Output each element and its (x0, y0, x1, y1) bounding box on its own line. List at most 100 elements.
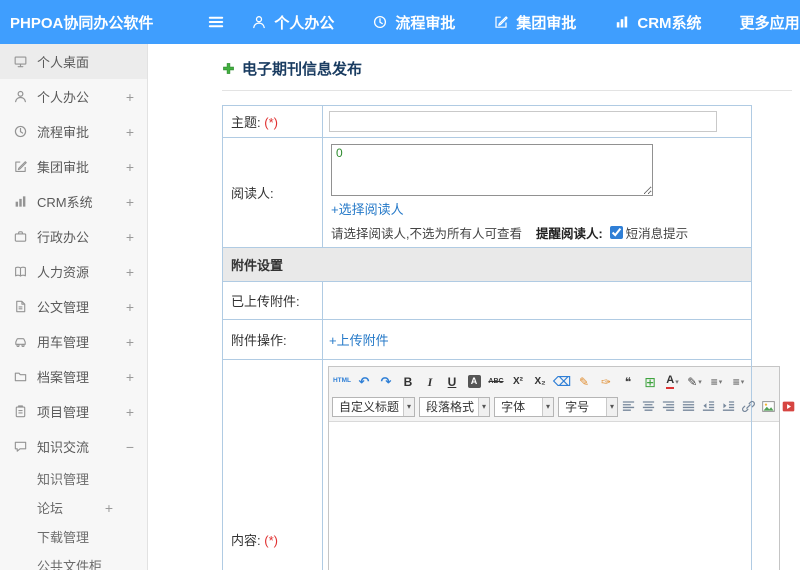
upload-attachment-link[interactable]: +上传附件 (329, 333, 389, 348)
undo-button[interactable]: ↶ (354, 371, 375, 392)
expand-toggle-icon[interactable]: + (126, 369, 134, 385)
remind-readers-label: 提醒阅读人: (535, 227, 603, 241)
paragraph-format-dropdown[interactable]: 段落格式 ▾ (419, 396, 491, 417)
strikethrough-button[interactable]: ABC (486, 371, 507, 392)
font-color-button[interactable]: A ▾ (662, 371, 683, 392)
expand-toggle-icon[interactable]: + (126, 229, 134, 245)
operation-label-cell: 附件操作: (222, 319, 323, 360)
sidebar-subitem-forum[interactable]: 论坛 + (0, 493, 147, 522)
image-button[interactable] (760, 396, 777, 417)
editor-toolbar-row1: HTML ↶ ↷ B I U A ABC X² X₂ ⌫ ✎ ✑ ❝ ⊞ A ▾… (332, 369, 776, 394)
sidebar-item-label: 个人办公 (37, 90, 90, 105)
readers-label-cell: 阅读人: (222, 137, 323, 248)
attachment-section-row: 附件设置 (222, 247, 752, 282)
eraser-button[interactable]: ⌫ (552, 371, 573, 392)
sidebar-subitem-knowledge-management[interactable]: 知识管理 (0, 464, 147, 493)
nav-group-approval[interactable]: 集团审批 (493, 12, 576, 33)
align-center-icon (641, 399, 656, 414)
sidebar-item-human-resources[interactable]: 人力资源 + (0, 254, 147, 289)
align-center-button[interactable] (640, 396, 657, 417)
sidebar-item-project-management[interactable]: 项目管理 + (0, 394, 147, 429)
sidebar-item-personal-office[interactable]: 个人办公 + (0, 79, 147, 114)
highlight-button[interactable]: A (464, 371, 485, 392)
expand-toggle-icon[interactable]: + (126, 194, 134, 210)
quote-button[interactable]: ❝ (618, 371, 639, 392)
align-right-button[interactable] (660, 396, 677, 417)
redo-icon: ↷ (380, 374, 392, 389)
readers-label: 阅读人: (231, 186, 274, 201)
sidebar-item-label: 公文管理 (37, 300, 90, 315)
media-button[interactable] (780, 396, 797, 417)
editor-content-area[interactable] (329, 422, 779, 570)
table-button[interactable]: ⊞ (640, 371, 661, 392)
sidebar-item-admin-office[interactable]: 行政办公 + (0, 219, 147, 254)
fill-color-button[interactable]: ✑ (596, 371, 617, 392)
readers-hint: 请选择阅读人,不选为所有人可查看 (331, 227, 522, 241)
nav-more-apps[interactable]: 更多应用 (740, 12, 800, 33)
subscript-button[interactable]: X₂ (530, 371, 551, 392)
italic-icon: I (427, 374, 433, 389)
font-size-dropdown[interactable]: 字号 ▾ (558, 396, 619, 417)
sidebar-item-document-management[interactable]: 公文管理 + (0, 289, 147, 324)
expand-toggle-icon[interactable]: + (126, 264, 134, 280)
main-content: 电子期刊信息发布 主题: (*) 阅读人: 0 +选择阅读人 请选择阅读人,不选… (148, 44, 800, 570)
nav-workflow-approval[interactable]: 流程审批 (372, 12, 455, 33)
editor-format-buttons (620, 396, 797, 417)
sidebar-item-label: 流程审批 (37, 125, 90, 140)
indent-button[interactable] (720, 396, 737, 417)
sidebar-item-personal-desktop[interactable]: 个人桌面 (0, 44, 147, 79)
ordered-list-button[interactable]: ≡ ▾ (706, 371, 727, 392)
sidebar-submenu: 知识管理 论坛 + 下载管理 公共文件柜 (0, 464, 147, 570)
underline-button[interactable]: U (442, 371, 463, 392)
nav-personal-office[interactable]: 个人办公 (251, 12, 334, 33)
redo-button[interactable]: ↷ (376, 371, 397, 392)
editor-toolbar-row2: 自定义标题 ▾ 段落格式 ▾ 字体 ▾ 字号 ▾ (332, 394, 776, 419)
outdent-button[interactable] (700, 396, 717, 417)
expand-toggle-icon[interactable]: + (126, 89, 134, 105)
sidebar-item-label: CRM系统 (37, 195, 93, 210)
readers-textarea[interactable]: 0 (331, 144, 653, 196)
subject-input[interactable] (329, 111, 717, 132)
page-header: 电子期刊信息发布 (222, 58, 792, 91)
expand-toggle-icon[interactable]: + (126, 124, 134, 140)
sidebar-subitem-public-file-cabinet[interactable]: 公共文件柜 (0, 551, 147, 570)
expand-toggle-icon[interactable]: + (126, 299, 134, 315)
uploaded-label-cell: 已上传附件: (222, 281, 323, 320)
expand-toggle-icon[interactable]: + (105, 500, 113, 516)
expand-toggle-icon[interactable]: + (126, 334, 134, 350)
superscript-button[interactable]: X² (508, 371, 529, 392)
topbar: PHPOA协同办公软件 个人办公 流程审批 集团审批 CRM系统 更多应用 (0, 0, 800, 44)
pen-color-button[interactable]: ✎ ▾ (684, 371, 705, 392)
sidebar-subitem-label: 知识管理 (37, 472, 90, 487)
sms-notify-checkbox[interactable] (609, 226, 623, 239)
bold-button[interactable]: B (398, 371, 419, 392)
align-justify-button[interactable] (680, 396, 697, 417)
sidebar-item-group-approval[interactable]: 集团审批 + (0, 149, 147, 184)
expand-toggle-icon[interactable]: + (126, 404, 134, 420)
format-painter-button[interactable]: ✎ (574, 371, 595, 392)
content-row: 内容: (*) HTML ↶ ↷ B I U A ABC X² X₂ ⌫ ✎ ✑… (222, 359, 752, 570)
menu-button[interactable] (207, 13, 225, 31)
caret-down-icon: ▾ (718, 378, 723, 386)
font-family-dropdown[interactable]: 字体 ▾ (494, 396, 555, 417)
align-left-button[interactable] (620, 396, 637, 417)
expand-toggle-icon[interactable]: − (126, 439, 134, 455)
heading-dropdown[interactable]: 自定义标题 ▾ (332, 396, 416, 417)
eraser-icon: ⌫ (552, 374, 572, 389)
select-readers-link[interactable]: +选择阅读人 (331, 202, 404, 217)
nav-label: 更多应用 (739, 14, 800, 32)
source-button[interactable]: HTML (332, 371, 353, 392)
sidebar-item-archive-management[interactable]: 档案管理 + (0, 359, 147, 394)
nav-crm-system[interactable]: CRM系统 (614, 12, 702, 33)
sidebar-subitem-download-management[interactable]: 下载管理 (0, 522, 147, 551)
sidebar-item-crm-system[interactable]: CRM系统 + (0, 184, 147, 219)
unordered-list-button[interactable]: ≡ ▾ (728, 371, 749, 392)
sidebar-item-vehicle-management[interactable]: 用车管理 + (0, 324, 147, 359)
expand-toggle-icon[interactable]: + (126, 159, 134, 175)
sidebar-item-knowledge-exchange[interactable]: 知识交流 − (0, 429, 147, 464)
sidebar-item-workflow-approval[interactable]: 流程审批 + (0, 114, 147, 149)
italic-button[interactable]: I (420, 371, 441, 392)
format-painter-icon: ✎ (578, 374, 590, 389)
link-button[interactable] (740, 396, 757, 417)
content-label: 内容: (231, 533, 261, 548)
